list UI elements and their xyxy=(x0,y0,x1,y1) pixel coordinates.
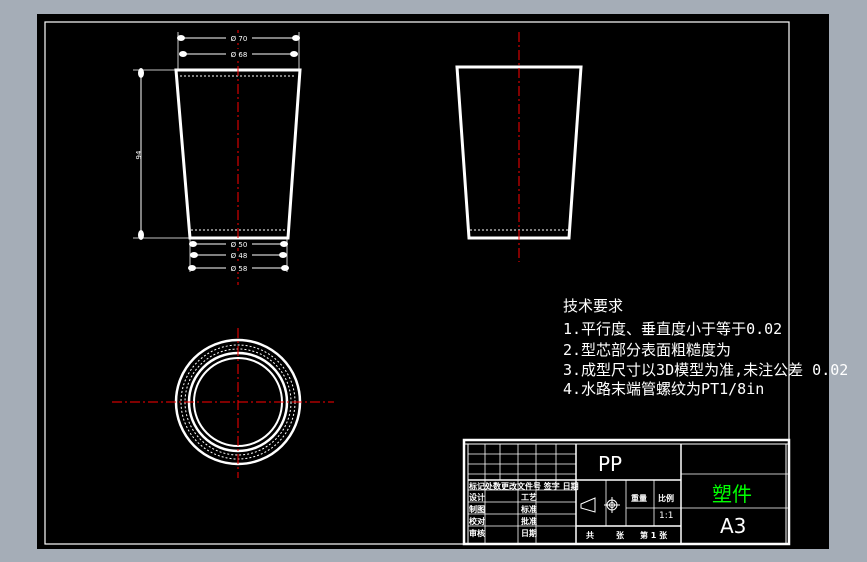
note-4: 4.水路末端管螺纹为PT1/8in xyxy=(563,380,765,398)
side-view xyxy=(455,32,583,262)
projection-symbol-icon xyxy=(580,497,620,513)
sheet-size: A3 xyxy=(720,514,747,538)
scale-label: 比例 xyxy=(658,494,674,503)
row-approve: 批准 xyxy=(521,517,537,526)
dim-arrow xyxy=(188,265,196,271)
dim-arrow xyxy=(179,51,187,57)
dim-bot3: Ø 58 xyxy=(231,265,248,273)
dim-arrow xyxy=(281,265,289,271)
dim-bot1: Ø 50 xyxy=(231,241,248,249)
dim-arrow xyxy=(138,230,144,240)
row-process: 工艺 xyxy=(521,493,537,502)
dim-height: 94 xyxy=(135,150,143,159)
dim-arrow xyxy=(280,241,288,247)
dim-arrow xyxy=(138,68,144,78)
dim-arrow xyxy=(189,241,197,247)
part-name: 塑件 xyxy=(712,482,752,506)
row-date: 日期 xyxy=(521,529,537,538)
inner-border xyxy=(44,21,790,545)
sheet-number: 第 1 张 xyxy=(640,531,668,540)
scale-value: 1:1 xyxy=(659,511,674,521)
note-1: 1.平行度、垂直度小于等于0.02 xyxy=(563,320,783,338)
dim-bot2: Ø 48 xyxy=(231,252,248,260)
weight-label: 重量 xyxy=(631,494,647,503)
dim-arrow xyxy=(190,252,198,258)
dim-arrow xyxy=(279,252,287,258)
note-2: 2.型芯部分表面粗糙度为 xyxy=(563,341,732,359)
sheets-unit: 张 xyxy=(616,531,624,540)
dim-arrow xyxy=(290,51,298,57)
row-standard: 标准 xyxy=(521,505,537,514)
front-view: Ø 70 Ø 68 94 Ø 50 Ø 48 Ø 58 xyxy=(133,30,302,285)
notes-title: 技术要求 xyxy=(563,297,624,315)
dim-top1: Ø 70 xyxy=(231,35,248,43)
note-3: 3.成型尺寸以3D模型为准,未注公差 0.02 xyxy=(563,361,849,379)
material-label: PP xyxy=(598,452,623,476)
row-design: 设计 xyxy=(469,493,485,502)
row-check: 校对 xyxy=(469,517,485,526)
row-review: 审核 xyxy=(469,529,485,538)
top-view xyxy=(112,328,334,478)
sheets-total: 共 xyxy=(586,531,594,540)
dim-top2: Ø 68 xyxy=(231,51,248,59)
row-draw: 制图 xyxy=(469,505,485,514)
revision-header: 标记处数更改文件号 签字 日期 xyxy=(469,482,579,491)
